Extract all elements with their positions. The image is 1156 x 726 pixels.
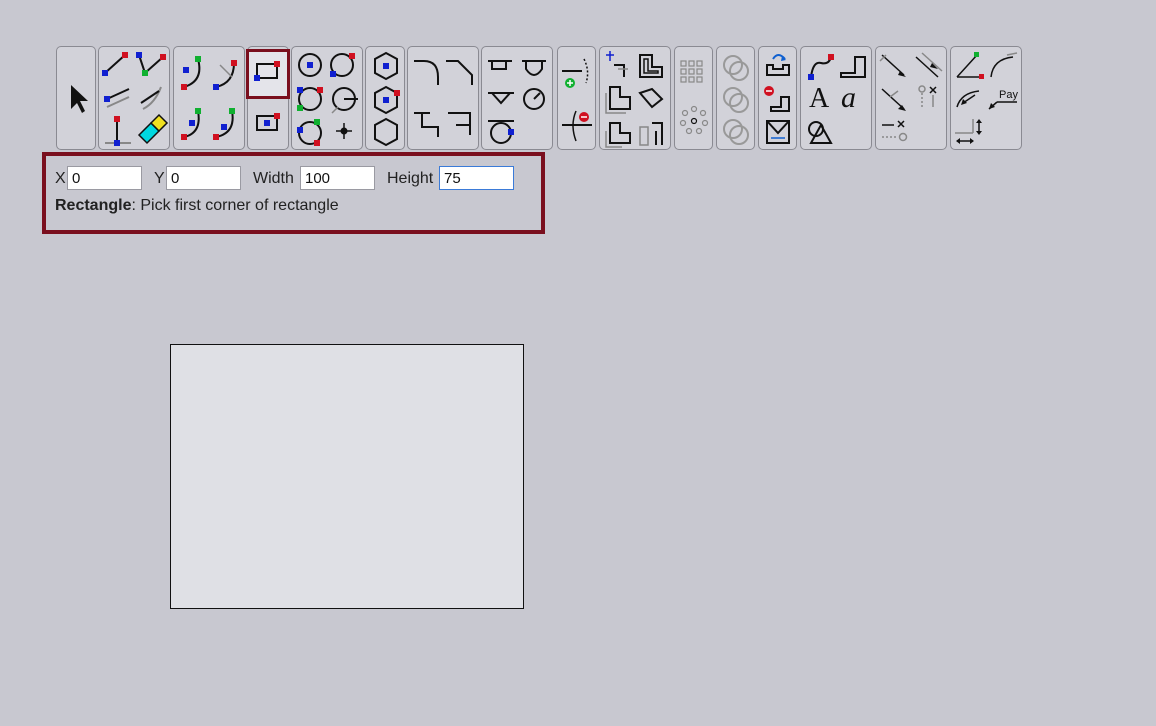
select-arrow-icon[interactable]: [71, 85, 88, 113]
move-icon[interactable]: [766, 54, 790, 76]
toolbar-group-arcs: [173, 46, 245, 150]
pipe-icon[interactable]: [840, 56, 866, 78]
subtract-icon[interactable]: [723, 119, 749, 145]
chamfer-icon[interactable]: [446, 60, 473, 85]
dim-extend-icon[interactable]: [956, 138, 974, 144]
text-a-icon[interactable]: A: [809, 83, 830, 114]
dim-break-icon[interactable]: [882, 132, 908, 142]
offset-bend-icon[interactable]: [638, 87, 664, 109]
dim-angle-icon[interactable]: [881, 88, 906, 111]
arc-length-icon[interactable]: [956, 90, 980, 108]
hexagon-edge-icon[interactable]: [374, 117, 398, 147]
line-tangent-icon[interactable]: [140, 86, 162, 110]
offset-step-icon[interactable]: [605, 122, 631, 148]
width-label: Width: [253, 170, 294, 187]
arc-center-icon[interactable]: [181, 108, 201, 140]
toolbar-group-select: [56, 46, 96, 150]
width-input[interactable]: [300, 166, 375, 190]
toolbar-group-trim: [557, 46, 596, 150]
toolbar-group-dimensions: [875, 46, 947, 150]
point-icon[interactable]: [336, 123, 352, 139]
union-icon[interactable]: [723, 55, 749, 81]
offset-copy-icon[interactable]: [605, 86, 631, 114]
dim-vertical-icon[interactable]: [955, 119, 982, 135]
trim-remove-icon[interactable]: [562, 110, 592, 142]
hexagon-vertex-icon[interactable]: [374, 85, 400, 115]
circle-tangent-icon[interactable]: [297, 119, 322, 146]
offset-slot-icon[interactable]: [639, 122, 663, 146]
toolbar-group-lines: [98, 46, 170, 150]
line-parallel-icon[interactable]: [104, 88, 130, 108]
height-input[interactable]: [439, 166, 514, 190]
keyhole-icon[interactable]: [523, 88, 545, 110]
line-perpendicular-icon[interactable]: [105, 116, 131, 146]
toolbar-group-polygons: [365, 46, 405, 150]
hexagon-center-icon[interactable]: [374, 51, 398, 81]
circle-3pt-icon[interactable]: [297, 87, 323, 111]
angle-icon[interactable]: [956, 52, 984, 79]
command-prompt-text: : Pick first corner of rectangle: [131, 197, 339, 214]
rectangle-corner-icon[interactable]: [254, 61, 280, 81]
extend-add-icon[interactable]: [562, 58, 589, 88]
circle-tangent-line-icon[interactable]: [488, 120, 514, 144]
spline-icon[interactable]: [808, 54, 834, 80]
command-name: Rectangle: [55, 197, 132, 214]
slot-vee-icon[interactable]: [488, 92, 514, 105]
toolbar-group-edit: [758, 46, 797, 150]
x-input[interactable]: [67, 166, 142, 190]
toolbar-group-text: A a: [800, 46, 872, 150]
circle-center-icon[interactable]: [298, 53, 322, 77]
circle-radius-icon[interactable]: [331, 87, 358, 114]
y-label: Y: [154, 170, 165, 187]
corner-extend-icon[interactable]: [448, 112, 471, 135]
leader-pay-icon[interactable]: Pay: [988, 89, 1018, 110]
leader-pay-text: Pay: [999, 89, 1018, 101]
y-input[interactable]: [166, 166, 241, 190]
offset-shape-icon[interactable]: [639, 54, 663, 78]
command-prompt: Rectangle: Pick first corner of rectangl…: [55, 197, 339, 215]
canvas-rectangle-shape[interactable]: [170, 344, 524, 609]
arc-end-icon[interactable]: [213, 108, 235, 140]
arc-tangent-icon[interactable]: [213, 60, 237, 90]
dim-point-icon[interactable]: [918, 85, 937, 107]
offset-corner-icon[interactable]: [606, 51, 628, 77]
circle-2pt-icon[interactable]: [330, 53, 355, 77]
dim-linear-icon[interactable]: [879, 54, 906, 77]
toolbar-group-fillets: [407, 46, 479, 150]
dim-aligned-icon[interactable]: [915, 52, 943, 78]
shape-overlap-icon[interactable]: [808, 121, 833, 144]
toolbar-group-annotations: Pay: [950, 46, 1022, 150]
slot-arc-icon[interactable]: [522, 60, 546, 76]
slot-straight-icon[interactable]: [488, 60, 512, 70]
toolbar-group-booleans: [716, 46, 755, 150]
corner-trim-icon[interactable]: [414, 112, 439, 137]
line-2pt-icon[interactable]: [102, 52, 128, 76]
intersect-icon[interactable]: [723, 87, 749, 113]
grid-pattern-icon[interactable]: [680, 60, 703, 83]
toolbar-group-patterns: [674, 46, 713, 150]
x-label: X: [55, 170, 66, 187]
arc-3pt-icon[interactable]: [181, 56, 201, 90]
rectangle-center-icon[interactable]: [256, 113, 280, 131]
circular-pattern-icon[interactable]: [679, 105, 709, 135]
toolbar-group-offsets: [599, 46, 671, 150]
command-input-panel: X Y Width Height Rectangle: Pick first c…: [42, 152, 545, 234]
line-angle-icon[interactable]: [136, 52, 166, 76]
height-label: Height: [387, 170, 434, 187]
toolbar-group-slots: [481, 46, 553, 150]
mirror-icon[interactable]: [766, 120, 790, 144]
radius-icon[interactable]: [990, 52, 1018, 78]
delete-step-icon[interactable]: [764, 86, 790, 112]
toolbar-group-circles: [291, 46, 363, 150]
text-script-icon[interactable]: a: [841, 81, 856, 114]
fillet-icon[interactable]: [414, 60, 439, 85]
dim-horizontal-icon[interactable]: [882, 120, 905, 128]
eraser-pencil-icon[interactable]: [137, 113, 169, 145]
